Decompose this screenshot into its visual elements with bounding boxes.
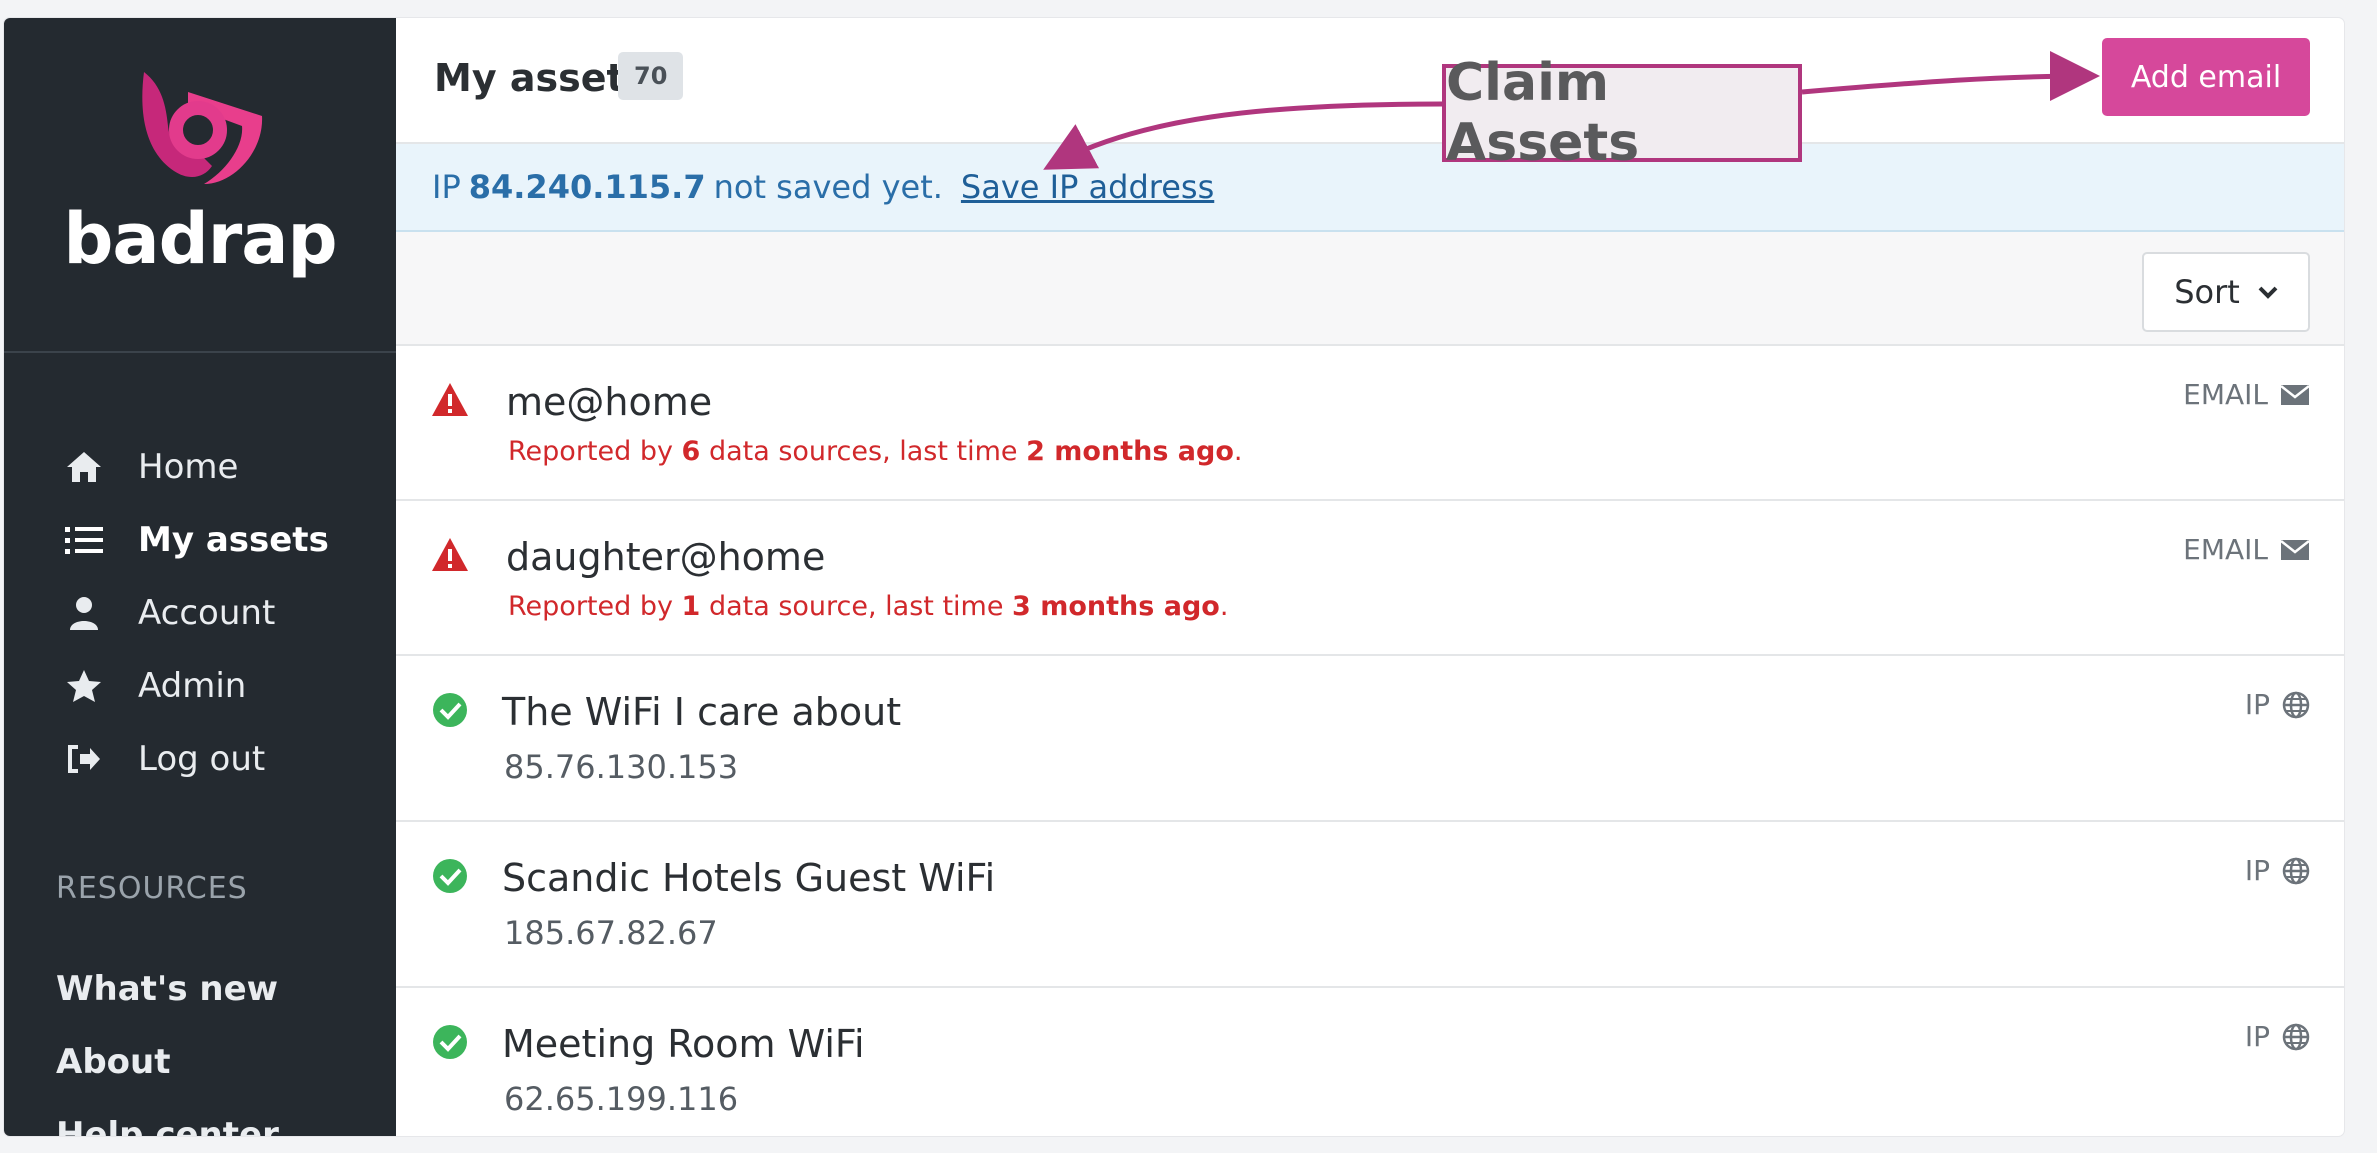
asset-name: daughter@home	[506, 535, 826, 579]
main-content: My assets 70 Add email IP 84.240.115.7 n…	[396, 18, 2344, 1136]
asset-name: Meeting Room WiFi	[502, 1022, 865, 1066]
asset-name: me@home	[506, 380, 713, 424]
asset-row-me-at-home[interactable]: me@home Reported by 6 data sources, last…	[396, 346, 2344, 501]
resource-link-about[interactable]: About	[56, 1026, 279, 1099]
asset-address: 185.67.82.67	[504, 914, 718, 952]
asset-name: The WiFi I care about	[502, 690, 902, 734]
sidebar-item-label: Home	[138, 446, 239, 487]
sort-label: Sort	[2174, 273, 2240, 311]
asset-name: Scandic Hotels Guest WiFi	[502, 856, 996, 900]
star-icon	[62, 664, 106, 708]
page-header: My assets 70 Add email	[396, 18, 2344, 144]
warning-icon	[432, 383, 468, 416]
asset-type: IP	[2245, 688, 2310, 721]
user-icon	[62, 591, 106, 635]
logo-area[interactable]: badrap	[4, 18, 396, 353]
list-icon	[62, 518, 106, 562]
asset-row-scandic-hotels[interactable]: Scandic Hotels Guest WiFi 185.67.82.67 I…	[396, 822, 2344, 988]
asset-address: 62.65.199.116	[504, 1080, 739, 1118]
home-icon	[62, 445, 106, 489]
ip-notice-banner: IP 84.240.115.7 not saved yet. Save IP a…	[396, 144, 2344, 232]
sort-dropdown[interactable]: Sort	[2142, 252, 2310, 332]
brand-name: badrap	[63, 198, 337, 280]
check-circle-icon	[433, 859, 467, 893]
check-circle-icon	[433, 693, 467, 727]
asset-type: EMAIL	[2183, 533, 2310, 566]
save-ip-link[interactable]: Save IP address	[961, 168, 1214, 206]
envelope-icon	[2280, 384, 2310, 405]
sidebar-item-home[interactable]: Home	[4, 430, 396, 503]
asset-type: EMAIL	[2183, 378, 2310, 411]
add-email-button[interactable]: Add email	[2102, 38, 2310, 116]
sidebar-item-label: Log out	[138, 738, 266, 779]
sort-toolbar: Sort	[396, 232, 2344, 346]
asset-report-text: Reported by 1 data source, last time 3 m…	[508, 591, 1229, 622]
asset-type: IP	[2245, 1020, 2310, 1053]
sidebar-item-label: Admin	[138, 665, 247, 706]
page-title: My assets	[434, 56, 648, 100]
globe-icon	[2282, 1023, 2310, 1050]
globe-icon	[2282, 857, 2310, 884]
asset-report-text: Reported by 6 data sources, last time 2 …	[508, 436, 1243, 467]
asset-type: IP	[2245, 854, 2310, 887]
sidebar: badrap Home My assets Account Admin Log …	[4, 18, 396, 1136]
check-circle-icon	[433, 1025, 467, 1059]
asset-row-meeting-room-wifi[interactable]: Meeting Room WiFi 62.65.199.116 IP	[396, 988, 2344, 1136]
asset-row-wifi-i-care-about[interactable]: The WiFi I care about 85.76.130.153 IP	[396, 656, 2344, 822]
claim-assets-annotation: Claim Assets	[1442, 53, 1802, 173]
chevron-down-icon	[2258, 286, 2278, 299]
asset-count-badge: 70	[618, 52, 684, 100]
sidebar-item-label: Account	[138, 592, 276, 633]
resource-link-help-center[interactable]: Help center	[56, 1099, 279, 1136]
sidebar-item-log-out[interactable]: Log out	[4, 722, 396, 795]
warning-icon	[432, 538, 468, 571]
notice-suffix: not saved yet.	[713, 168, 943, 206]
notice-prefix: IP	[432, 168, 461, 206]
sidebar-nav: Home My assets Account Admin Log out	[4, 430, 396, 795]
notice-ip: 84.240.115.7	[468, 168, 706, 206]
sidebar-item-account[interactable]: Account	[4, 576, 396, 649]
envelope-icon	[2280, 539, 2310, 560]
resources-list: What's new About Help center	[56, 953, 279, 1136]
globe-icon	[2282, 691, 2310, 718]
sign-out-icon	[62, 737, 106, 781]
resource-link-whats-new[interactable]: What's new	[56, 953, 279, 1026]
sidebar-item-admin[interactable]: Admin	[4, 649, 396, 722]
asset-address: 85.76.130.153	[504, 748, 739, 786]
sidebar-item-label: My assets	[138, 519, 329, 560]
badrap-logo-icon	[142, 72, 263, 184]
app-window: badrap Home My assets Account Admin Log …	[4, 18, 2344, 1136]
resources-heading: RESOURCES	[56, 871, 248, 906]
asset-row-daughter-at-home[interactable]: daughter@home Reported by 1 data source,…	[396, 501, 2344, 656]
sidebar-item-my-assets[interactable]: My assets	[4, 503, 396, 576]
